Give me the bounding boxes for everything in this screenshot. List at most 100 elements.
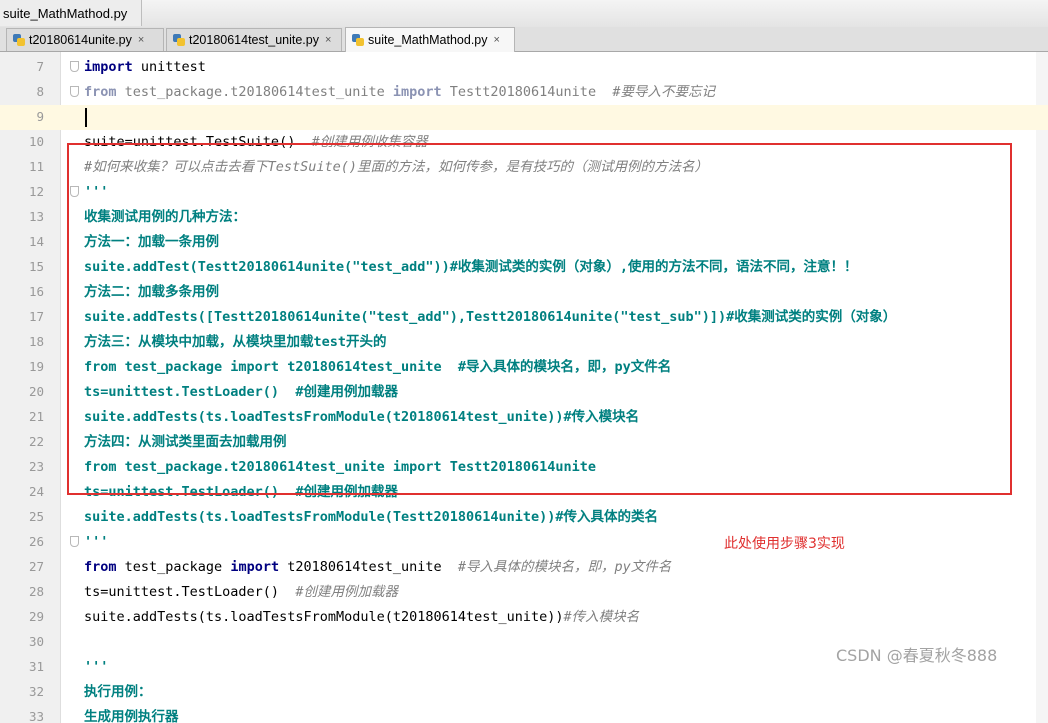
docstring-text: suite.addTests(ts.loadTestsFromModule(t2… <box>84 409 640 425</box>
keyword: import <box>392 84 442 100</box>
code-line[interactable]: 33 生成用例执行器 <box>0 705 1048 723</box>
code-line[interactable]: 9 <box>0 105 1048 130</box>
line-number: 29 <box>28 609 44 624</box>
code-text: suite=unittest.TestSuite() #创建用例收集容器 <box>84 134 428 151</box>
code-text: suite.addTests(ts.loadTestsFromModule(t2… <box>84 609 639 626</box>
watermark: CSDN @春夏秋冬888 <box>836 646 998 665</box>
code-text: ts=unittest.TestLoader() #创建用例加载器 <box>84 584 398 601</box>
code-comment: #如何来收集？可以点击去看下TestSuite()里面的方法，如何传参，是有技巧… <box>84 159 709 175</box>
fold-marker-icon[interactable] <box>70 61 79 72</box>
breadcrumb-file[interactable]: suite_MathMathod.py <box>0 0 143 26</box>
code-line[interactable]: 19 from test_package import t20180614test… <box>0 355 1048 380</box>
code-comment: #导入具体的模块名，即，py文件名 <box>457 559 672 575</box>
code-line[interactable]: 15 suite.addTest(Testt20180614unite("test… <box>0 255 1048 280</box>
docstring-text: 生成用例执行器 <box>84 709 179 723</box>
code-line[interactable]: 8 from test_package.t20180614test_unite i… <box>0 80 1048 105</box>
code-text: 方法二：加载多条用例 <box>84 284 219 301</box>
python-file-icon <box>352 34 364 46</box>
line-number: 25 <box>28 509 44 524</box>
code-line[interactable]: 13 收集测试用例的几种方法： <box>0 205 1048 230</box>
code-editor[interactable]: 7 import unittest 8 from test_package.t2018… <box>0 52 1048 723</box>
code-line[interactable]: 12 ''' <box>0 180 1048 205</box>
close-icon[interactable]: × <box>325 34 331 46</box>
keyword: import <box>230 559 280 575</box>
code-text: ''' <box>84 534 108 551</box>
docstring-text: from test_package.t20180614test_unite im… <box>84 459 597 475</box>
code-text: ''' <box>84 184 108 201</box>
code-text: 收集测试用例的几种方法： <box>84 209 246 226</box>
code-line[interactable]: 29 suite.addTests(ts.loadTestsFromModule(… <box>0 605 1048 630</box>
code-line[interactable]: 32 执行用例： <box>0 680 1048 705</box>
line-number: 14 <box>28 234 44 249</box>
keyword: import <box>84 59 133 75</box>
code-token: suite=unittest.TestSuite() <box>84 134 312 150</box>
line-number: 32 <box>28 684 44 699</box>
code-line[interactable]: 20 ts=unittest.TestLoader() #创建用例加载器 <box>0 380 1048 405</box>
code-token: unittest <box>132 59 206 75</box>
code-line[interactable]: 18 方法三：从模块中加载，从模块里加载test开头的 <box>0 330 1048 355</box>
line-number: 20 <box>28 384 44 399</box>
line-number: 23 <box>28 459 44 474</box>
code-token: t20180614test_unite <box>279 559 458 575</box>
line-number: 16 <box>28 284 44 299</box>
code-line[interactable]: 21 suite.addTests(ts.loadTestsFromModule(… <box>0 405 1048 430</box>
code-line[interactable]: 25 suite.addTests(ts.loadTestsFromModule(… <box>0 505 1048 530</box>
tab-file[interactable]: suite_MathMathod.py × <box>345 27 515 52</box>
code-text: ''' <box>84 659 108 676</box>
line-number: 18 <box>28 334 44 349</box>
line-number: 13 <box>28 209 44 224</box>
code-line[interactable]: 11 #如何来收集？可以点击去看下TestSuite()里面的方法，如何传参，是有… <box>0 155 1048 180</box>
docstring-text: 方法四：从测试类里面去加载用例 <box>84 434 287 450</box>
code-text: 执行用例： <box>84 684 152 701</box>
code-text: 方法一：加载一条用例 <box>84 234 219 251</box>
close-icon[interactable]: × <box>138 34 144 46</box>
code-line[interactable]: 23 from test_package.t20180614test_unite … <box>0 455 1048 480</box>
line-number: 31 <box>28 659 44 674</box>
code-line[interactable]: 16 方法二：加载多条用例 <box>0 280 1048 305</box>
docstring-text: 方法一：加载一条用例 <box>84 234 219 250</box>
code-line[interactable]: 22 方法四：从测试类里面去加载用例 <box>0 430 1048 455</box>
code-comment: #创建用例加载器 <box>295 584 398 600</box>
tab-file[interactable]: t20180614test_unite.py × <box>166 28 342 51</box>
code-line[interactable]: 27 from test_package import t20180614test… <box>0 555 1048 580</box>
line-number: 11 <box>28 159 44 174</box>
line-number: 17 <box>28 309 44 324</box>
docstring-text: ts=unittest.TestLoader() #创建用例加载器 <box>84 384 398 400</box>
line-number: 10 <box>28 134 44 149</box>
docstring-text: ts=unittest.TestLoader() #创建用例加载器 <box>84 484 398 500</box>
editor-tab-strip: t20180614unite.py × t20180614test_unite.py… <box>0 27 1048 52</box>
keyword: from <box>84 84 117 100</box>
docstring-text: 收集测试用例的几种方法： <box>84 209 246 225</box>
docstring-text: 执行用例： <box>84 684 152 700</box>
docstring-text: suite.addTests(ts.loadTestsFromModule(Te… <box>84 509 659 525</box>
code-text: #如何来收集？可以点击去看下TestSuite()里面的方法，如何传参，是有技巧… <box>84 159 708 176</box>
fold-marker-icon[interactable] <box>70 536 79 547</box>
code-line[interactable]: 28 ts=unittest.TestLoader() #创建用例加载器 <box>0 580 1048 605</box>
code-text: suite.addTests(ts.loadTestsFromModule(Te… <box>84 509 658 526</box>
line-number: 9 <box>36 109 44 124</box>
code-text: ts=unittest.TestLoader() #创建用例加载器 <box>84 384 398 401</box>
tab-label: t20180614test_unite.py <box>189 33 319 47</box>
code-line[interactable]: 14 方法一：加载一条用例 <box>0 230 1048 255</box>
line-number: 19 <box>28 359 44 374</box>
code-comment: #传入模块名 <box>563 609 640 625</box>
python-file-icon <box>173 34 185 46</box>
docstring-text: ''' <box>84 659 109 675</box>
tab-file[interactable]: t20180614unite.py × <box>6 28 164 51</box>
line-number: 30 <box>28 634 44 649</box>
code-line[interactable]: 17 suite.addTests([Testt20180614unite("te… <box>0 305 1048 330</box>
close-icon[interactable]: × <box>494 34 500 46</box>
line-number: 33 <box>28 709 44 723</box>
fold-marker-icon[interactable] <box>70 86 79 97</box>
code-token: test_package.t20180614test_unite <box>116 84 393 100</box>
code-line[interactable]: 24 ts=unittest.TestLoader() #创建用例加载器 <box>0 480 1048 505</box>
code-line[interactable]: 7 import unittest <box>0 55 1048 80</box>
code-line[interactable]: 26 ''' <box>0 530 1048 555</box>
docstring-text: suite.addTests([Testt20180614unite("test… <box>84 309 897 325</box>
code-text: from test_package import t20180614test_u… <box>84 359 671 376</box>
annotation-note: 此处使用步骤3实现 <box>724 536 845 552</box>
code-token: suite.addTests(ts.loadTestsFromModule(t2… <box>84 609 564 625</box>
fold-marker-icon[interactable] <box>70 186 79 197</box>
text-caret <box>85 108 87 127</box>
code-line[interactable]: 10 suite=unittest.TestSuite() #创建用例收集容器 <box>0 130 1048 155</box>
